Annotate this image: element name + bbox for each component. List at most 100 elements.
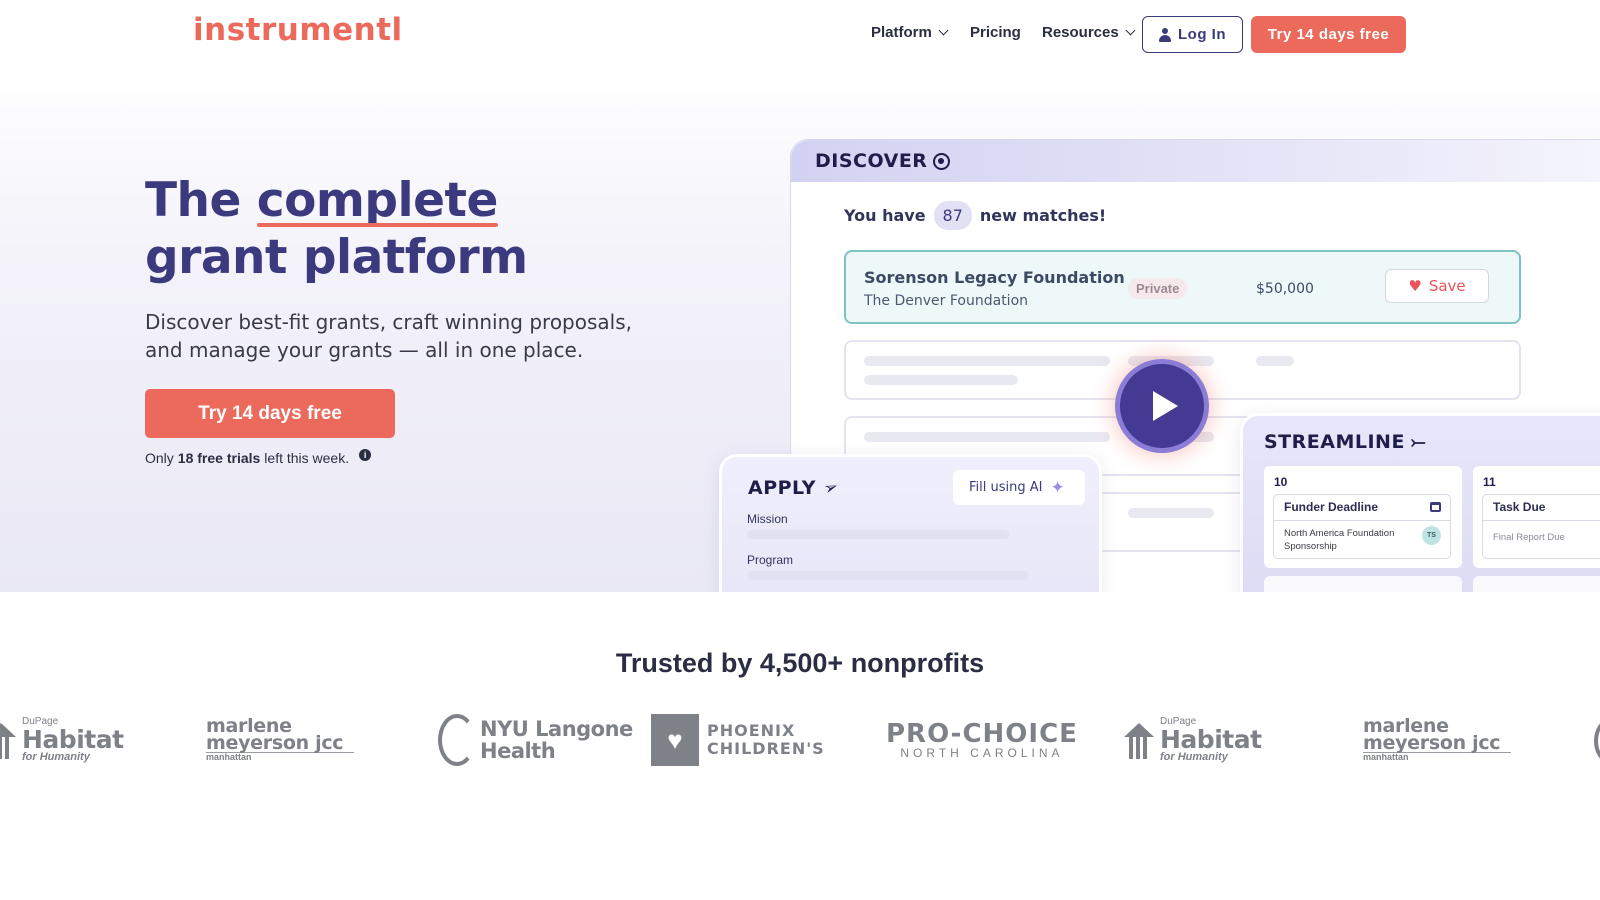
- heart-icon: ♥: [1408, 277, 1422, 295]
- jcc-sub: manhattan: [206, 752, 252, 762]
- nav-pricing[interactable]: Pricing: [970, 24, 1021, 41]
- program-field[interactable]: [747, 571, 1029, 580]
- grant-name: Sorenson Legacy Foundation: [864, 268, 1125, 287]
- partner-logos: DuPage Habitat for Humanity marlene meye…: [0, 708, 1600, 778]
- hero-trial-button[interactable]: Try 14 days free: [145, 389, 395, 438]
- event-title: Funder Deadline: [1284, 500, 1379, 514]
- play-icon: [1153, 391, 1178, 421]
- jcc-logo: marlene meyerson jcc manhattan: [1363, 708, 1511, 772]
- info-icon[interactable]: i: [359, 449, 372, 461]
- event-title: Task Due: [1493, 500, 1546, 514]
- streamline-card: STREAMLINE ⤚ 10 Funder Deadline North Am…: [1240, 413, 1600, 592]
- login-label: Log In: [1178, 26, 1226, 43]
- streamline-header: STREAMLINE ⤚: [1264, 431, 1425, 453]
- discover-label: DISCOVER: [815, 150, 928, 172]
- top-nav: instrumentl Platform Pricing Resources L…: [0, 0, 1600, 68]
- habitat-logo: DuPage Habitat for Humanity: [0, 708, 124, 772]
- nav-resources[interactable]: Resources: [1042, 24, 1136, 41]
- trusted-heading: Trusted by 4,500+ nonprofits: [615, 648, 985, 678]
- trial-note: Only 18 free trials left this week. i: [145, 449, 372, 466]
- nav-resources-label: Resources: [1042, 24, 1119, 41]
- day-number: 11: [1483, 475, 1496, 489]
- avatar: TS: [1422, 526, 1441, 545]
- jcc-sub: manhattan: [1363, 752, 1409, 762]
- jcc-line2: meyerson jcc: [206, 734, 354, 753]
- phoenix-line1: PHOENIX: [707, 721, 796, 740]
- day-number: 10: [1274, 475, 1288, 489]
- grant-card[interactable]: Sorenson Legacy Foundation The Denver Fo…: [844, 250, 1521, 324]
- streamline-label: STREAMLINE: [1264, 431, 1405, 453]
- nav-platform[interactable]: Platform: [871, 24, 949, 41]
- hand-heart-icon: ♥: [651, 714, 699, 766]
- event-text: Final Report Due: [1493, 532, 1565, 543]
- hero-title-prefix: The: [145, 173, 257, 228]
- event-body: North America Foundation Sponsorship TS: [1274, 520, 1450, 552]
- prochoice-line2: NORTH CAROLINA: [900, 746, 1064, 760]
- chevron-down-icon: [1125, 25, 1136, 36]
- hero-subtitle: Discover best-fit grants, craft winning …: [145, 310, 633, 362]
- trial-note-count: 18 free trials: [177, 450, 261, 466]
- login-button[interactable]: Log In: [1142, 16, 1243, 53]
- user-icon: [1159, 27, 1171, 42]
- nyu-arc-icon: [438, 714, 476, 766]
- hero-title: The complete grant platform: [145, 172, 528, 286]
- calendar-day: 10 Funder Deadline North America Foundat…: [1264, 466, 1462, 568]
- chevron-down-icon: [938, 25, 949, 36]
- fill-using-ai-button[interactable]: Fill using AI ✦: [953, 470, 1085, 505]
- matches-line: You have 87 new matches!: [844, 201, 1106, 230]
- hero-title-highlight: complete: [256, 173, 498, 228]
- save-button[interactable]: ♥ Save: [1385, 269, 1489, 303]
- placeholder-bar: [864, 356, 1110, 366]
- mission-field[interactable]: [747, 530, 1009, 539]
- house-icon: [1124, 720, 1154, 760]
- jcc-logo: marlene meyerson jcc manhattan: [206, 708, 354, 772]
- nyu-logo: NYU Langone Health: [438, 708, 633, 772]
- prochoice-logo: PRO-CHOICE NORTH CAROLINA: [886, 708, 1078, 772]
- nav-pricing-label: Pricing: [970, 24, 1021, 41]
- matches-count-badge: 87: [933, 201, 972, 230]
- phoenix-logo: ♥ PHOENIX CHILDREN'S: [651, 708, 825, 772]
- placeholder-bar: [864, 432, 1110, 442]
- apply-card: APPLY ➢ Fill using AI ✦ Mission Program: [719, 454, 1102, 592]
- hero-title-line2: grant platform: [145, 230, 528, 285]
- placeholder-bar: [1256, 356, 1294, 366]
- habitat-sub: for Humanity: [1160, 751, 1228, 763]
- apply-header: APPLY ➢: [748, 476, 841, 499]
- hero-section: The complete grant platform Discover bes…: [0, 68, 1600, 592]
- nav-trial-button[interactable]: Try 14 days free: [1251, 16, 1406, 53]
- matches-prefix: You have: [844, 206, 926, 225]
- calendar-event[interactable]: Task Due Final Report Due: [1482, 494, 1600, 559]
- habitat-sub: for Humanity: [22, 751, 90, 763]
- calendar-day: [1264, 576, 1462, 592]
- habitat-name: Habitat: [22, 725, 124, 754]
- grant-amount: $50,000: [1256, 281, 1314, 297]
- nyu-line1: NYU Langone: [480, 717, 633, 741]
- paper-plane-icon: ➢: [820, 476, 841, 499]
- house-icon: [0, 720, 16, 760]
- apply-label: APPLY: [748, 477, 816, 499]
- placeholder-bar: [1128, 508, 1214, 518]
- nav-platform-label: Platform: [871, 24, 932, 41]
- grant-type-badge: Private: [1128, 278, 1188, 299]
- event-body: Final Report Due: [1483, 520, 1600, 543]
- calendar-day: [1473, 576, 1600, 592]
- arrow-right-icon: ⤚: [1410, 431, 1426, 452]
- matches-suffix: new matches!: [979, 206, 1107, 225]
- discover-header: DISCOVER: [791, 140, 1600, 182]
- target-icon: [933, 152, 951, 170]
- habitat-logo: DuPage Habitat for Humanity: [1124, 708, 1262, 772]
- mission-field-label: Mission: [747, 512, 788, 526]
- save-label: Save: [1428, 277, 1466, 295]
- sparkle-icon: ✦: [1050, 477, 1065, 498]
- jcc-line2: meyerson jcc: [1363, 734, 1511, 753]
- nyu-line2: Health: [480, 739, 556, 763]
- brand-logo[interactable]: instrumentl: [193, 12, 403, 48]
- play-video-button[interactable]: [1115, 359, 1209, 453]
- placeholder-bar: [864, 375, 1018, 385]
- calendar-event[interactable]: Funder Deadline North America Foundation…: [1273, 494, 1451, 559]
- event-text: North America Foundation Sponsorship: [1284, 528, 1395, 552]
- prochoice-line1: PRO-CHOICE: [886, 719, 1078, 749]
- phoenix-line2: CHILDREN'S: [707, 739, 825, 758]
- grant-funder: The Denver Foundation: [864, 293, 1029, 309]
- calendar-day: 11 Task Due Final Report Due: [1473, 466, 1600, 568]
